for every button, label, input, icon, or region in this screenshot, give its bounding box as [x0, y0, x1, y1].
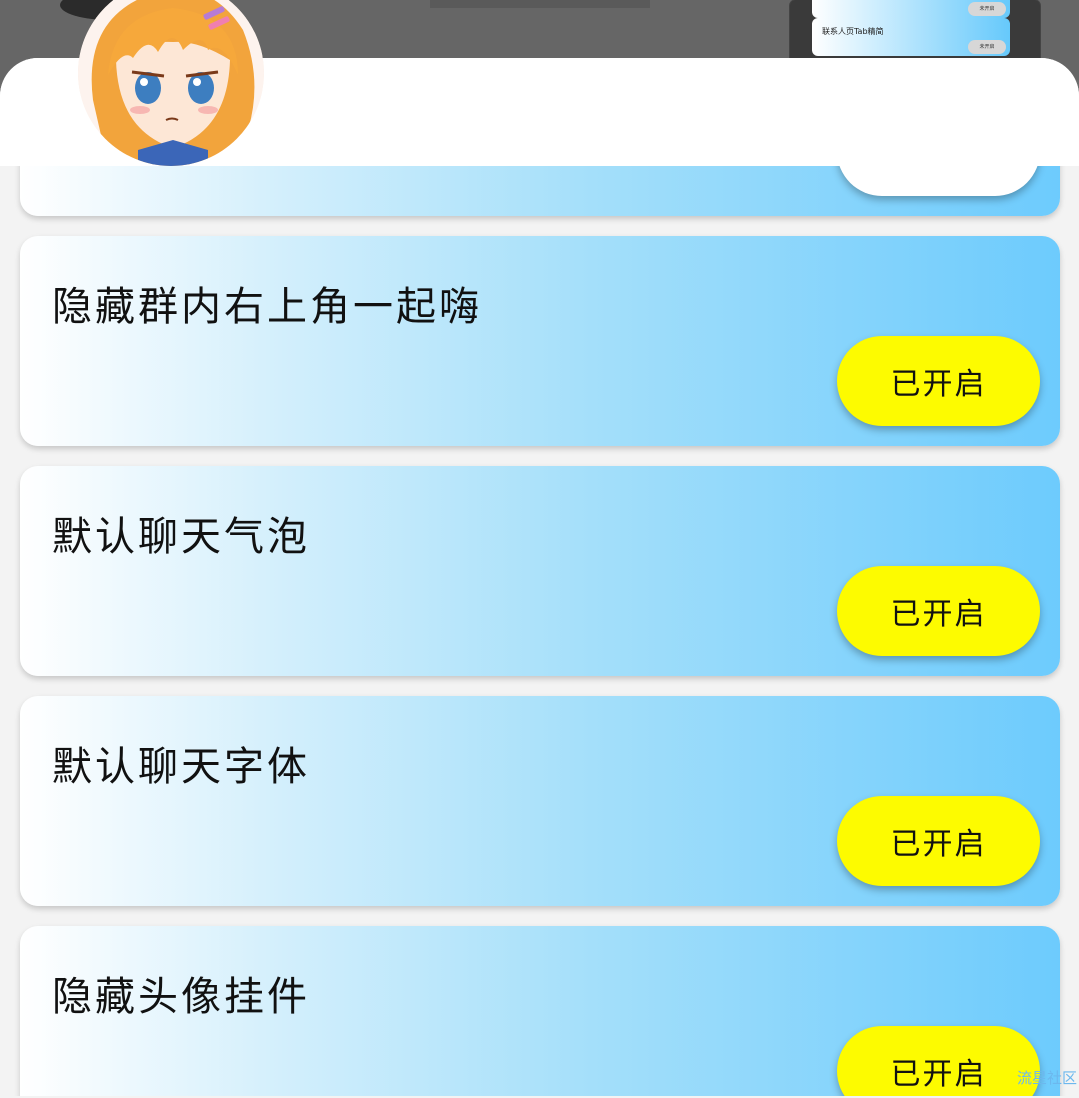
background-text [430, 0, 650, 8]
watermark: 流星社区 [1016, 1069, 1077, 1087]
setting-card-hide-group-corner: 隐藏群内右上角一起嗨 已开启 [20, 236, 1060, 446]
toggle-button[interactable]: 已开启 [837, 796, 1040, 886]
background-thumbnail-card: 联系人页Tab精简 未开启 [812, 18, 1010, 56]
setting-title: 默认聊天气泡 [52, 514, 310, 560]
setting-title: 隐藏群内右上角一起嗨 [52, 284, 482, 330]
background-thumbnail-button: 未开启 [968, 40, 1006, 54]
setting-card-hide-avatar-pendant: 隐藏头像挂件 已开启 [20, 926, 1060, 1096]
setting-card-default-bubble: 默认聊天气泡 已开启 [20, 466, 1060, 676]
setting-title: 隐藏头像挂件 [52, 974, 310, 1020]
background-thumbnail-card: 未开启 [812, 0, 1010, 18]
toggle-button[interactable]: 已开启 [837, 336, 1040, 426]
settings-list[interactable]: 隐藏群内右上角一起嗨 已开启 默认聊天气泡 已开启 默认聊天字体 已开启 隐藏头… [0, 166, 1079, 1096]
toggle-button[interactable] [837, 166, 1040, 196]
background-thumbnail-button: 未开启 [968, 2, 1006, 16]
toggle-button[interactable]: 已开启 [837, 566, 1040, 656]
settings-sheet: 隐藏群内右上角一起嗨 已开启 默认聊天气泡 已开启 默认聊天字体 已开启 隐藏头… [0, 58, 1079, 1098]
setting-card-default-font: 默认聊天字体 已开启 [20, 696, 1060, 906]
setting-card [20, 166, 1060, 216]
setting-title: 默认聊天字体 [52, 744, 310, 790]
background-thumbnail-card-label: 联系人页Tab精简 [822, 27, 884, 36]
toggle-button[interactable]: 已开启 [837, 1026, 1040, 1096]
